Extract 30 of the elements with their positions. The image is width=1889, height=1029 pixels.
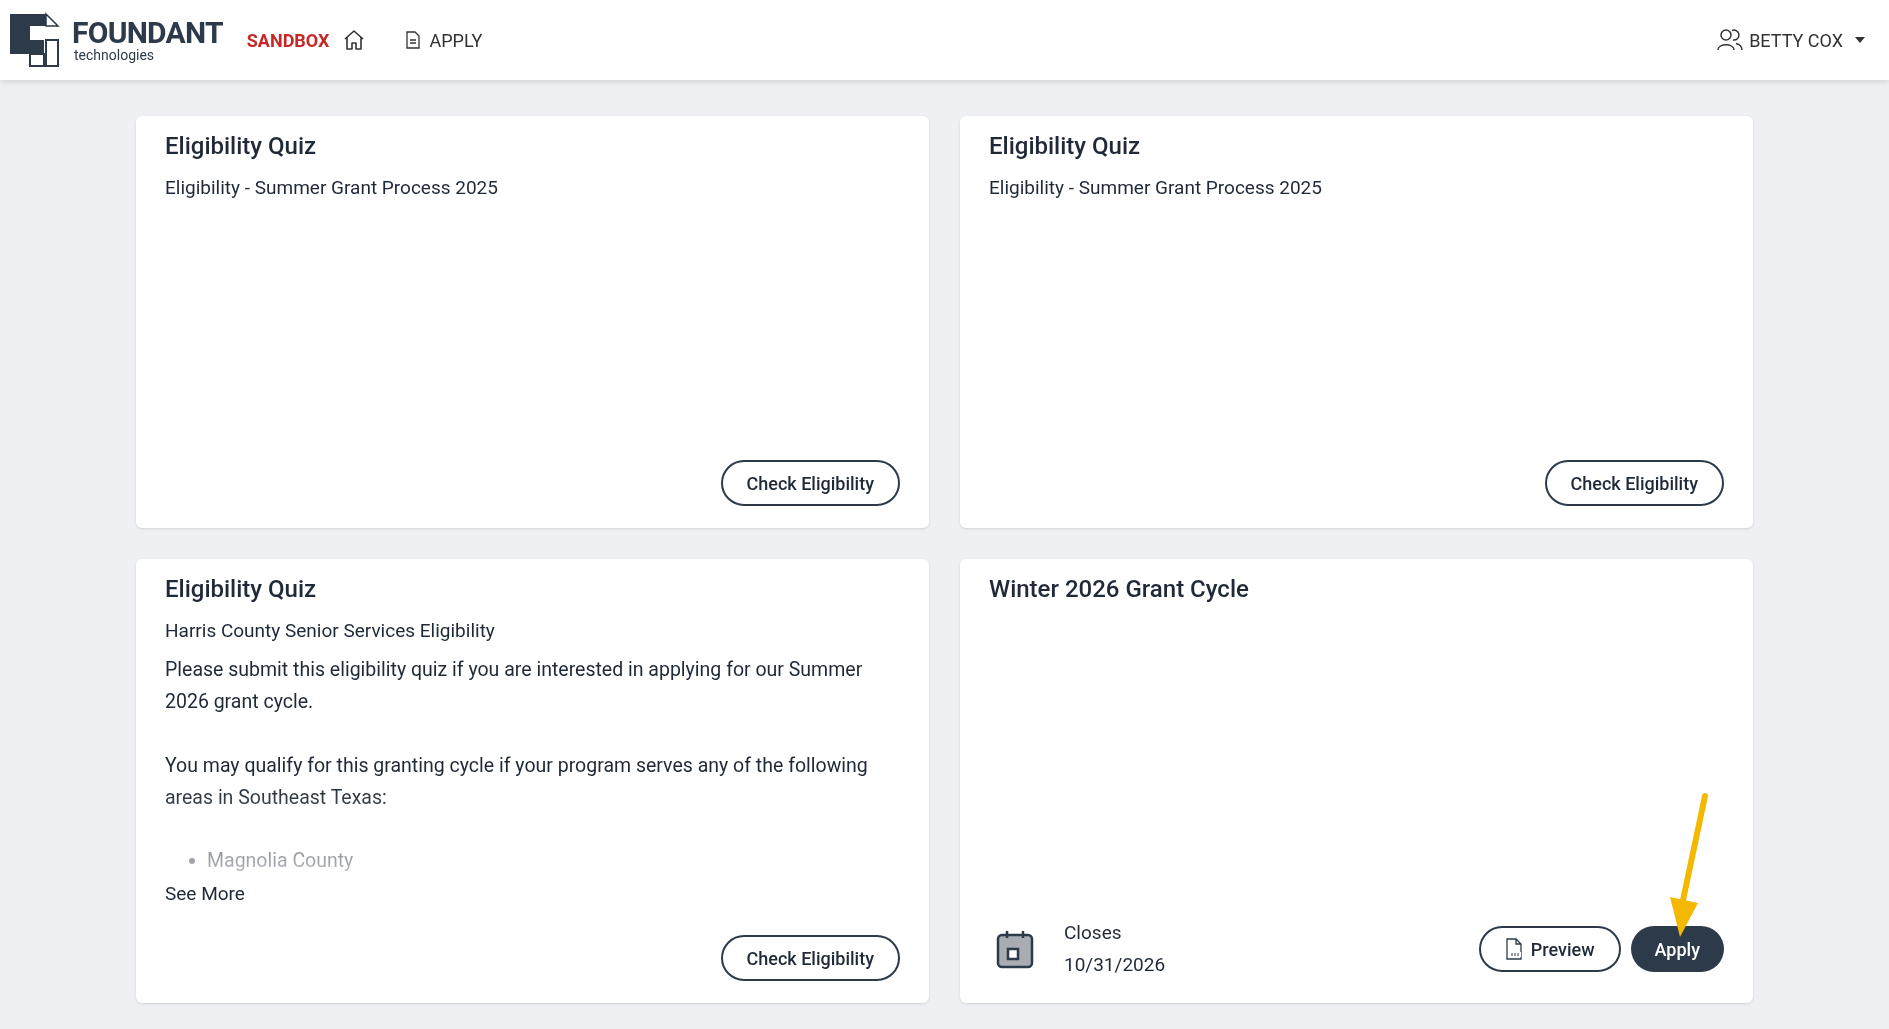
card-title: Eligibility Quiz	[165, 574, 318, 605]
user-icon	[1717, 28, 1744, 52]
card-title: Winter 2026 Grant Cycle	[989, 574, 1250, 605]
card-title: Eligibility Quiz	[165, 131, 318, 162]
see-more-link[interactable]: See More	[165, 879, 245, 908]
brand-tagline: technologies	[74, 48, 156, 62]
check-eligibility-button[interactable]: Check Eligibility	[1544, 460, 1724, 506]
logo-icon	[8, 12, 60, 68]
environment-label: SANDBOX	[246, 28, 330, 53]
brand-name: FOUNDANT	[72, 18, 223, 48]
card-description: You may qualify for this granting cycle if your program serves any of the following areas in Southeast Texas:	[165, 752, 869, 811]
card-subtitle: Eligibility - Summer Grant Process 2025	[165, 175, 499, 201]
preview-button[interactable]: Preview	[1478, 926, 1621, 972]
apply-button[interactable]: Apply	[1630, 926, 1724, 972]
closes-label: Closes	[1064, 920, 1123, 946]
bullet-icon	[189, 857, 195, 864]
card-subtitle: Eligibility - Summer Grant Process 2025	[989, 175, 1323, 201]
user-menu[interactable]: BETTY COX	[1717, 26, 1865, 54]
nav-link[interactable]: APPLY	[405, 26, 483, 54]
list-item: Magnolia County	[207, 847, 354, 874]
card-description: Please submit this eligibility quiz if you are interested in applying for our Summer 2026 grant cycle.	[165, 656, 864, 715]
caret-icon	[1855, 37, 1865, 43]
document-icon	[405, 31, 420, 49]
check-eligibility-button[interactable]: Check Eligibility	[720, 935, 900, 981]
card-title: Eligibility Quiz	[989, 131, 1142, 162]
pdf-file-icon	[1504, 938, 1523, 960]
card-subtitle: Harris County Senior Services Eligibility	[165, 618, 496, 644]
closes-date: 10/31/2026	[1064, 952, 1166, 978]
check-eligibility-button[interactable]: Check Eligibility	[720, 460, 900, 506]
calendar-icon	[996, 929, 1034, 969]
